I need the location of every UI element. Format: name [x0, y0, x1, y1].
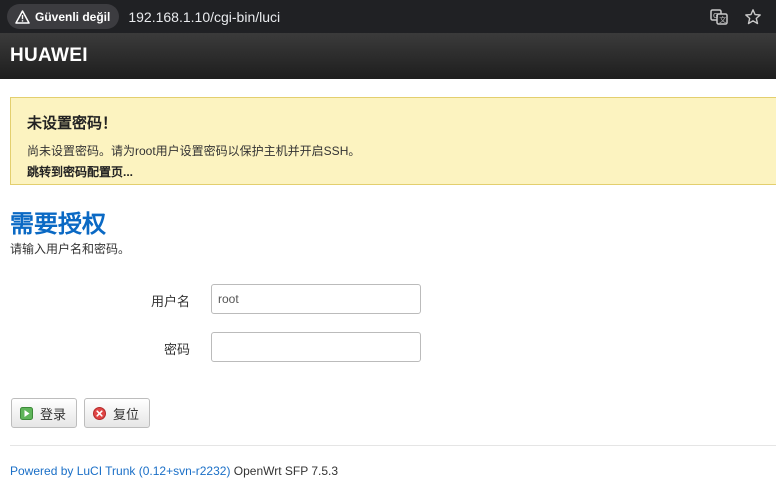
footer: Powered by LuCI Trunk (0.12+svn-r2232) O… [10, 464, 338, 478]
password-input[interactable] [211, 332, 421, 362]
reset-icon [93, 406, 106, 420]
password-label: 密码 [163, 342, 190, 357]
login-icon [20, 406, 33, 420]
alert-title: 未设置密码！ [27, 115, 118, 132]
security-label: Güvenli değil [35, 9, 111, 24]
url-field[interactable]: 192.168.1.10/cgi-bin/luci [128, 9, 280, 25]
username-label: 用户名 [150, 294, 190, 309]
divider [10, 445, 776, 446]
star-icon[interactable] [744, 8, 762, 26]
login-button-label: 登录 [40, 406, 67, 422]
password-row: 密码 [0, 332, 776, 362]
username-row: 用户名 [0, 284, 776, 314]
footer-version: OpenWrt SFP 7.5.3 [230, 464, 339, 478]
reset-button[interactable]: 复位 [84, 398, 151, 428]
svg-text:G: G [713, 12, 718, 20]
alert-message: 尚未设置密码。请为root用户设置密码以保护主机并开启SSH。 [27, 144, 361, 158]
svg-text:文: 文 [719, 15, 726, 24]
password-config-link[interactable]: 跳转到密码配置页... [27, 165, 133, 179]
username-input[interactable] [211, 284, 421, 314]
page-title: 需要授权 [10, 211, 106, 238]
security-indicator[interactable]: Güvenli değil [7, 4, 120, 29]
browser-address-bar: Güvenli değil 192.168.1.10/cgi-bin/luci … [0, 0, 776, 33]
reset-button-label: 复位 [113, 406, 140, 422]
browser-actions: G 文 [710, 0, 762, 33]
no-password-alert: 未设置密码！ 尚未设置密码。请为root用户设置密码以保护主机并开启SSH。 跳… [10, 97, 776, 185]
login-button[interactable]: 登录 [11, 398, 78, 428]
luci-link[interactable]: Powered by LuCI Trunk (0.12+svn-r2232) [10, 464, 230, 478]
app-header: HUAWEI [0, 33, 776, 79]
translate-icon[interactable]: G 文 [710, 8, 728, 26]
warning-icon [15, 9, 30, 24]
brand-title[interactable]: HUAWEI [10, 45, 88, 67]
page-description: 请输入用户名和密码。 [10, 242, 131, 256]
